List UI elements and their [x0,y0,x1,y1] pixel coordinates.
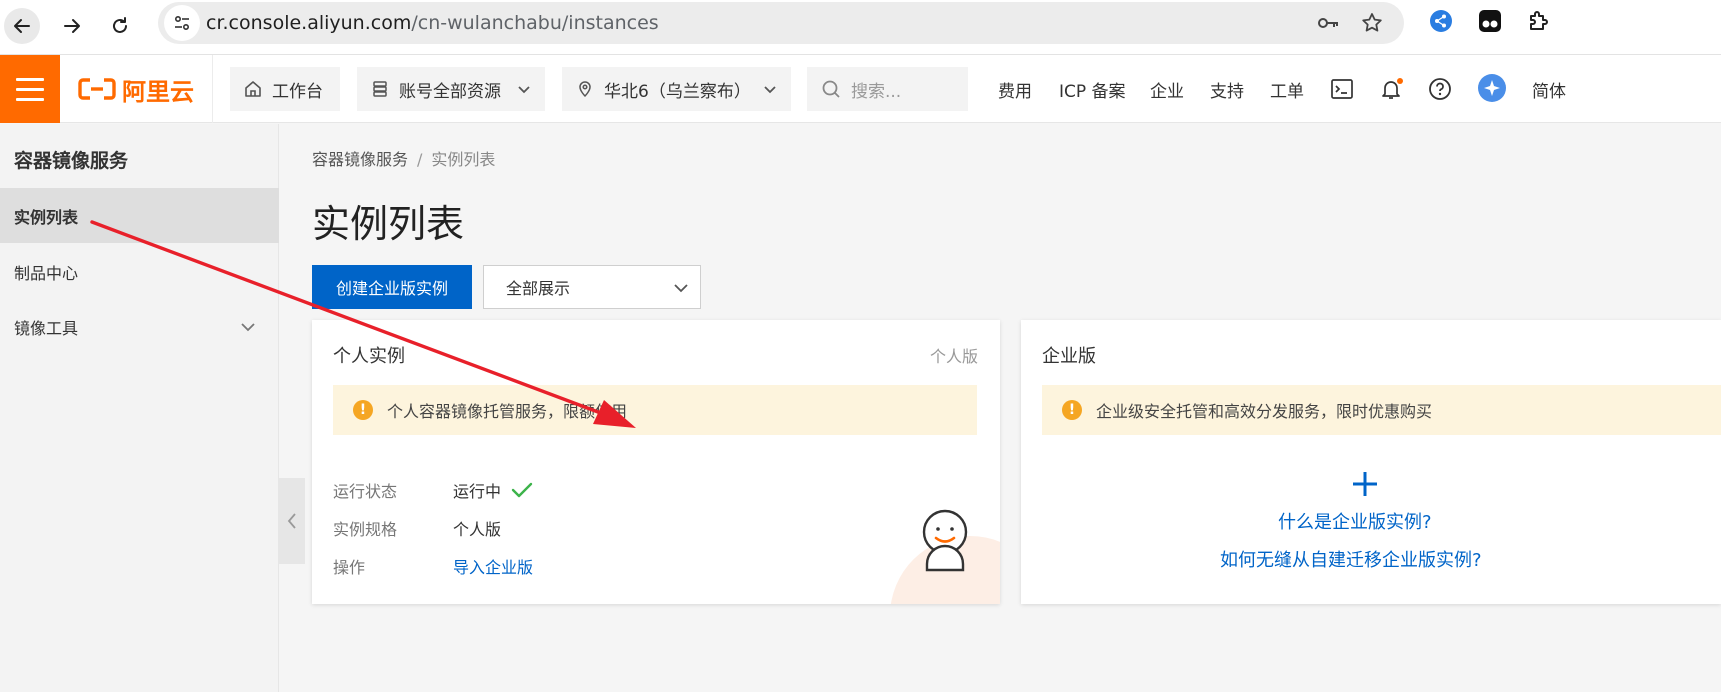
share-extension-icon[interactable] [1428,8,1454,34]
terminal-icon[interactable] [1329,76,1355,102]
sidebar-item-artifacts[interactable]: 制品中心 [0,244,279,299]
stack-icon [373,81,387,97]
edition-tag: 个人版 [929,347,978,366]
key-icon[interactable] [1316,11,1340,35]
breadcrumb-separator: / [417,150,423,169]
language-switch[interactable]: 简体 [1532,77,1566,102]
sidebar-item-instances[interactable]: 实例列表 [0,188,279,243]
breadcrumb-link-cr[interactable]: 容器镜像服务 [312,150,408,169]
sidebar-title: 容器镜像服务 [14,150,129,172]
avatar-icon [1484,80,1500,96]
breadcrumb-current: 实例列表 [431,150,496,169]
card-title: 个人实例 [333,346,405,367]
arrow-right-icon [64,19,80,33]
filter-select[interactable]: 全部展示 [483,265,701,309]
mascot-icon [922,509,968,572]
logo-text: 阿里云 [122,77,194,106]
checkmark-icon [511,482,533,498]
url-text: cr.console.aliyun.com/cn-wulanchabu/inst… [206,12,659,34]
nav-link-support[interactable]: 支持 [1210,77,1244,102]
plus-icon[interactable] [1339,464,1391,504]
sidebar-item-image-tools[interactable]: 镜像工具 [0,299,279,354]
console-topbar: 阿里云 工作台 账号全部资源 华北6（乌兰察布） 搜索... 费用 ICP 备案… [0,55,1721,123]
personal-instance-card[interactable]: 个人实例 个人版 ! 个人容器镜像托管服务，限额使用 运行状态 运行中 实例规格… [312,320,1000,604]
region-select[interactable]: 华北6（乌兰察布） [562,67,791,111]
home-icon [245,81,261,97]
migrate-enterprise-link[interactable]: 如何无缝从自建迁移企业版实例? [1220,546,1482,572]
reload-button[interactable] [102,8,138,44]
sidebar: 容器镜像服务 实例列表 制品中心 镜像工具 [0,124,279,692]
tampermonkey-extension-icon[interactable] [1477,8,1503,34]
chevron-down-icon [674,284,688,293]
nav-link-billing[interactable]: 费用 [998,77,1032,102]
search-icon [822,80,840,98]
chevron-down-icon [518,86,530,94]
address-bar[interactable]: cr.console.aliyun.com/cn-wulanchabu/inst… [158,2,1404,44]
chevron-left-icon [287,513,296,529]
breadcrumb: 容器镜像服务 / 实例列表 [312,146,495,170]
extensions-puzzle-icon[interactable] [1526,8,1552,34]
arrow-left-icon [14,19,30,33]
nav-link-icp[interactable]: ICP 备案 [1059,77,1126,102]
location-pin-icon [579,81,591,98]
enterprise-card[interactable]: 企业版 ! 企业级安全托管和高效分发服务，限时优惠购买 什么是企业版实例? 如何… [1021,320,1721,604]
chevron-down-icon [241,323,255,332]
back-button[interactable] [4,8,40,44]
status-value: 运行中 [453,478,533,502]
aliyun-logo[interactable]: 阿里云 [78,73,194,106]
notification-bell-icon[interactable] [1378,76,1404,102]
what-is-enterprise-link[interactable]: 什么是企业版实例? [1278,508,1432,534]
import-enterprise-link[interactable]: 导入企业版 [453,554,533,578]
create-enterprise-instance-button[interactable]: 创建企业版实例 [312,265,472,309]
notification-dot [1397,78,1403,84]
bookmark-star-icon[interactable] [1360,11,1384,35]
warning-icon: ! [1062,400,1082,420]
global-search-input[interactable]: 搜索... [807,67,968,111]
page-title: 实例列表 [312,202,465,246]
spec-value: 个人版 [453,520,502,539]
nav-link-enterprise[interactable]: 企业 [1150,77,1184,102]
aliyun-logo-mark-icon [78,77,116,101]
nav-link-ticket[interactable]: 工单 [1270,77,1304,102]
sidebar-collapse-toggle[interactable] [279,478,305,564]
workbench-button[interactable]: 工作台 [230,67,340,111]
help-question-icon[interactable] [1427,76,1453,102]
resource-group-select[interactable]: 账号全部资源 [357,67,545,111]
topbar-divider [212,55,213,123]
warning-icon: ! [353,400,373,420]
site-info-icon[interactable] [164,5,200,41]
card-title: 企业版 [1042,346,1096,367]
forward-button[interactable] [54,8,90,44]
action-label: 操作 [333,558,366,577]
reload-icon [113,17,127,33]
chevron-down-icon [764,86,776,94]
notice-banner: ! 个人容器镜像托管服务，限额使用 [333,385,977,435]
status-label: 运行状态 [333,482,398,501]
browser-toolbar: cr.console.aliyun.com/cn-wulanchabu/inst… [0,0,1721,55]
user-avatar[interactable] [1478,74,1506,102]
notice-banner: ! 企业级安全托管和高效分发服务，限时优惠购买 [1042,385,1721,435]
menu-hamburger-icon[interactable] [0,55,60,123]
spec-label: 实例规格 [333,520,398,539]
